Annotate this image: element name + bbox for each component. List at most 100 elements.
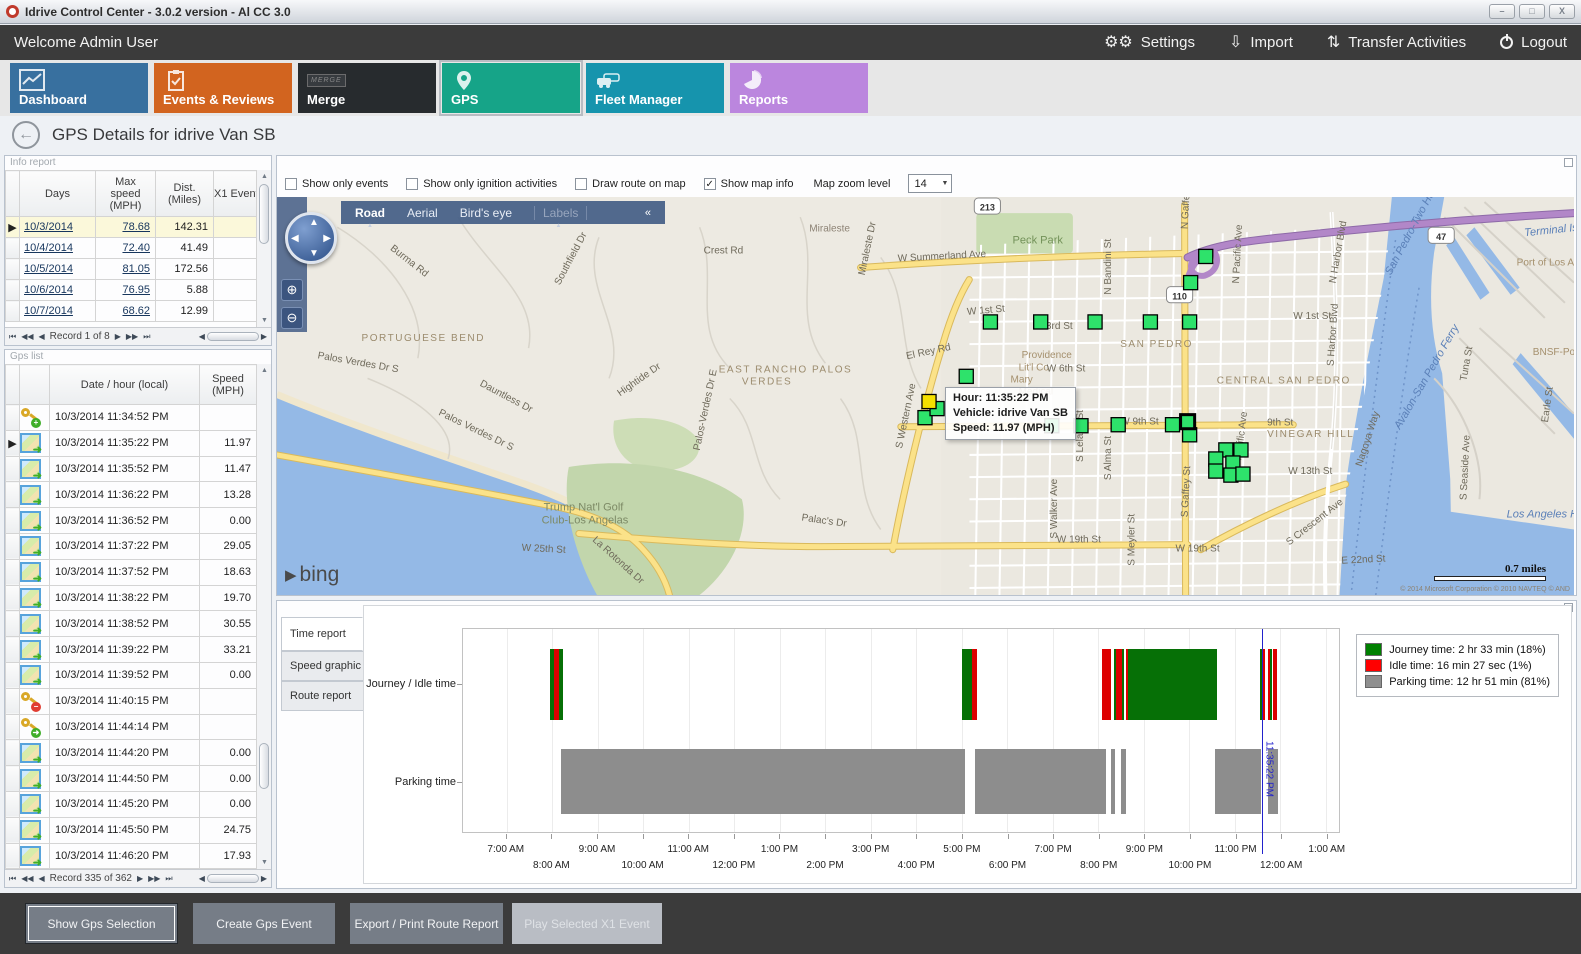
gps-list-table[interactable]: Date / hour (local)Speed(MPH)+10/3/2014 … [5,364,257,869]
info-row[interactable]: 10/6/201476.955.88 [6,280,257,301]
tab-fleet-manager[interactable]: Fleet Manager [586,63,724,113]
info-col-header[interactable]: Dist.(Miles) [156,171,214,217]
gps-row[interactable]: ▶10/3/2014 11:35:22 PM11.97 [6,430,257,456]
bing-map[interactable]: MiralesteCrest RdBurma RdSouthfield DrMi… [277,197,1574,595]
gps-nav-button[interactable]: ⏭ [165,874,172,884]
gps-row[interactable]: 10/3/2014 11:45:20 PM0.00 [6,791,257,817]
info-report-scrollbar[interactable]: ▲ ▼ [256,170,271,327]
info-hscroll[interactable]: ◀▶ [199,332,267,341]
checkbox-show-only-events[interactable]: Show only events [285,178,388,190]
gps-row[interactable]: 10/3/2014 11:35:52 PM11.47 [6,456,257,482]
gps-row[interactable]: +10/3/2014 11:34:52 PM [6,405,257,431]
gps-row[interactable]: 10/3/2014 11:39:22 PM33.21 [6,637,257,663]
gps-marker[interactable] [1074,419,1088,433]
info-nav-button[interactable]: ▶ [115,332,121,341]
gps-marker-selected[interactable] [1181,415,1195,429]
gps-hscroll[interactable]: ◀▶ [199,874,267,883]
gps-marker-current[interactable] [922,394,936,408]
info-col-header[interactable]: Days [20,171,96,217]
checkbox-show-only-ignition-activities[interactable]: Show only ignition activities [406,178,557,190]
gps-marker[interactable] [1183,315,1197,329]
show-gps-selection-button[interactable]: Show Gps Selection [25,903,178,944]
info-report-record-nav[interactable]: ⏮◀◀◀Record 1 of 8▶▶▶⏭◀▶ [5,327,271,345]
gps-row[interactable]: 10/3/2014 11:46:20 PM17.93 [6,843,257,869]
gps-col-header[interactable]: Date / hour (local) [50,365,200,405]
tab-dashboard[interactable]: Dashboard [10,63,148,113]
info-row[interactable]: 10/4/201472.4041.49 [6,238,257,259]
gps-marker[interactable] [1165,418,1179,432]
close-button[interactable]: X [1549,4,1575,19]
gps-nav-button[interactable]: ◀◀ [21,874,33,883]
export-print-route-report-button[interactable]: Export / Print Route Report [350,903,503,944]
maximize-button[interactable]: □ [1519,4,1545,19]
gps-marker[interactable] [1143,315,1157,329]
map-zoom-out-button[interactable]: ⊖ [281,307,303,329]
info-row[interactable]: ▶10/3/201478.68142.31 [6,217,257,238]
map-view-road[interactable]: Road [355,206,385,220]
gps-nav-button[interactable]: ◀ [39,874,45,883]
tab-gps[interactable]: GPS [442,63,580,113]
info-col-header[interactable]: X1 Events [214,171,257,217]
map-compass[interactable]: ▲▼ ◀▶ [285,212,337,264]
gps-nav-button[interactable]: ⏮ [9,874,16,884]
gps-marker[interactable] [1111,418,1125,432]
menu-item-settings[interactable]: ⚙⚙Settings [1104,34,1195,51]
gps-row[interactable]: 10/3/2014 11:38:52 PM30.55 [6,611,257,637]
chart-tab-speed-graphic[interactable]: Speed graphic [281,651,363,681]
gps-row[interactable]: ➜10/3/2014 11:44:14 PM [6,714,257,740]
gps-col-header[interactable]: Speed(MPH) [200,365,257,405]
maximize-icon[interactable] [1564,158,1573,167]
gps-marker[interactable] [1184,276,1198,290]
create-gps-event-button[interactable]: Create Gps Event [193,903,335,944]
gps-row[interactable]: 10/3/2014 11:37:22 PM29.05 [6,533,257,559]
gps-row[interactable]: 10/3/2014 11:36:52 PM0.00 [6,508,257,534]
timeline-plot[interactable]: 11:35:22 PM [462,628,1340,833]
info-row[interactable]: 10/7/201468.6212.99 [6,301,257,322]
gps-row[interactable]: 10/3/2014 11:38:22 PM19.70 [6,585,257,611]
gps-row[interactable]: 10/3/2014 11:39:52 PM0.00 [6,662,257,688]
gps-row[interactable]: 10/3/2014 11:45:50 PM24.75 [6,817,257,843]
gps-marker[interactable] [1199,249,1213,263]
info-report-table[interactable]: DaysMaxspeed(MPH)Dist.(Miles)X1 Events▶1… [5,170,257,322]
tab-reports[interactable]: Reports [730,63,868,113]
gps-row[interactable]: 10/3/2014 11:37:52 PM18.63 [6,559,257,585]
gps-marker[interactable] [1236,467,1250,481]
gps-marker[interactable] [1034,315,1048,329]
menu-item-logout[interactable]: Logout [1500,34,1567,51]
info-nav-button[interactable]: ▶▶ [126,332,138,341]
gps-row[interactable]: 10/3/2014 11:44:20 PM0.00 [6,740,257,766]
checkbox-show-map-info[interactable]: ✓Show map info [704,178,794,190]
info-nav-button[interactable]: ◀ [39,332,45,341]
toolbar-collapse-button[interactable]: « [645,207,651,219]
checkbox-draw-route-on-map[interactable]: Draw route on map [575,178,686,190]
map-view-aerial[interactable]: Aerial [407,206,438,220]
tab-events-reviews[interactable]: Events & Reviews [154,63,292,113]
tab-merge[interactable]: MERGEMerge [298,63,436,113]
menu-item-transfer-activities[interactable]: ⇅Transfer Activities [1327,34,1466,51]
minimize-button[interactable]: – [1489,4,1515,19]
gps-list-record-nav[interactable]: ⏮◀◀◀Record 335 of 362▶▶▶⏭◀▶ [5,869,271,887]
map-zoom-in-button[interactable]: ⊕ [281,279,303,301]
chart-tab-time-report[interactable]: Time report [281,617,363,651]
chart-tab-route-report[interactable]: Route report [281,681,363,711]
gps-list-scrollbar[interactable]: ▲ ▼ [256,364,271,869]
info-nav-button[interactable]: ◀◀ [21,332,33,341]
gps-marker[interactable] [983,315,997,329]
info-col-header[interactable]: Maxspeed(MPH) [96,171,156,217]
map-view-bird-s-eye[interactable]: Bird's eye [460,206,512,220]
info-row[interactable]: 10/5/201481.05172.56 [6,259,257,280]
info-nav-button[interactable]: ⏮ [9,332,16,342]
info-nav-button[interactable]: ⏭ [143,332,150,342]
gps-marker[interactable] [1088,315,1102,329]
gps-row[interactable]: 10/3/2014 11:44:50 PM0.00 [6,766,257,792]
map-zoom-level-select[interactable]: 14 [908,174,952,193]
gps-marker[interactable] [1209,464,1223,478]
gps-marker[interactable] [1234,443,1248,457]
map-canvas[interactable]: MiralesteCrest RdBurma RdSouthfield DrMi… [277,197,1574,595]
back-button[interactable]: ← [12,121,40,149]
gps-marker[interactable] [959,369,973,383]
menu-item-import[interactable]: ⇩Import [1229,34,1293,51]
time-cursor[interactable] [1262,629,1263,854]
gps-nav-button[interactable]: ▶ [137,874,143,883]
gps-row[interactable]: 10/3/2014 11:36:22 PM13.28 [6,482,257,508]
